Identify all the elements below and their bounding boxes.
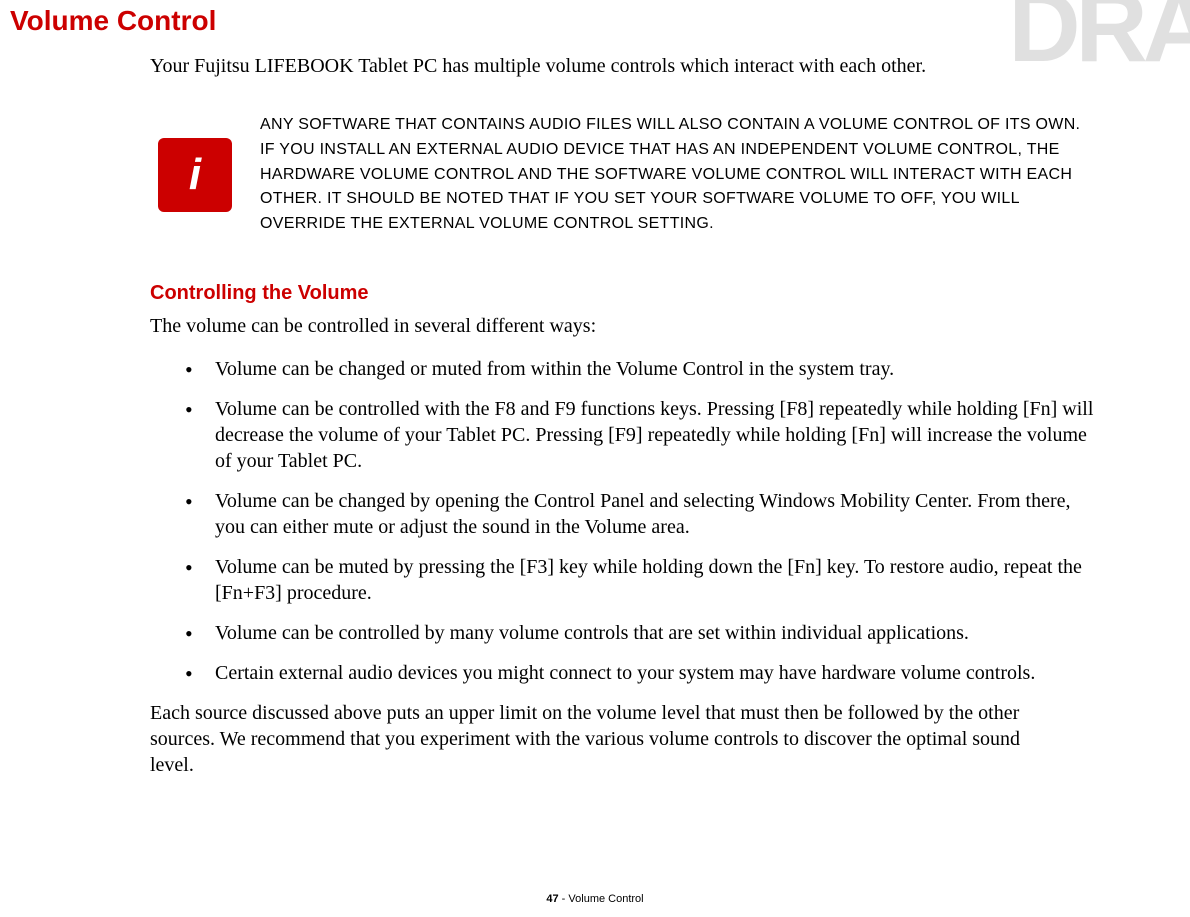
list-item: Certain external audio devices you might…: [185, 660, 1105, 686]
page-footer: 47 - Volume Control: [0, 893, 1190, 905]
info-text: Any software that contains audio files w…: [260, 113, 1092, 237]
intro-paragraph: Your Fujitsu LIFEBOOK Tablet PC has mult…: [150, 55, 1190, 78]
list-item: Volume can be muted by pressing the [F3]…: [185, 554, 1105, 606]
info-icon-letter: i: [189, 150, 201, 200]
list-item: Volume can be changed or muted from with…: [185, 356, 1105, 382]
closing-paragraph: Each source discussed above puts an uppe…: [150, 700, 1040, 778]
list-item: Volume can be controlled with the F8 and…: [185, 396, 1105, 474]
volume-methods-list: Volume can be changed or muted from with…: [185, 356, 1190, 686]
info-icon: i: [158, 138, 232, 212]
footer-title: Volume Control: [568, 893, 643, 905]
list-item: Volume can be controlled by many volume …: [185, 620, 1105, 646]
section-heading: Controlling the Volume: [150, 282, 1190, 305]
section-intro: The volume can be controlled in several …: [150, 315, 1190, 338]
page-title: Volume Control: [0, 0, 1190, 37]
info-callout: i Any software that contains audio files…: [158, 113, 1190, 237]
info-icon-wrapper: i: [158, 138, 232, 212]
list-item: Volume can be changed by opening the Con…: [185, 488, 1105, 540]
footer-page-number: 47: [546, 893, 558, 905]
footer-separator: -: [559, 893, 569, 905]
